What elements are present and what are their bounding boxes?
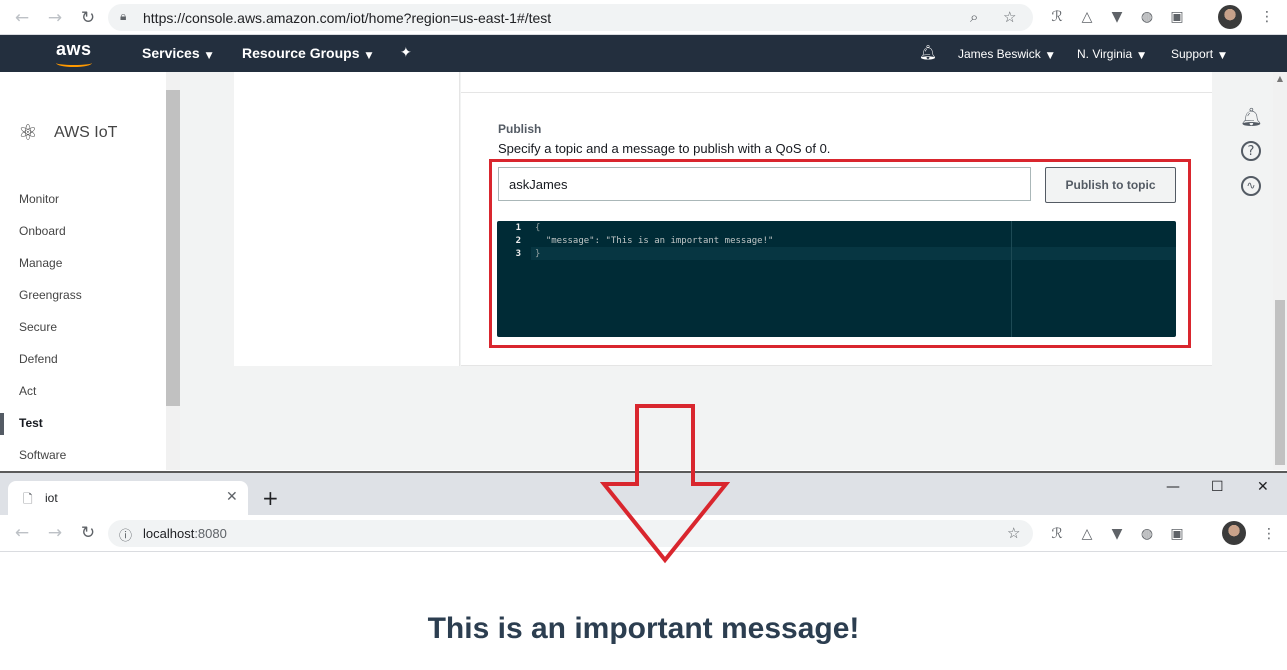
- activity-icon[interactable]: ∿: [1241, 176, 1261, 196]
- publish-description: Specify a topic and a message to publish…: [498, 141, 831, 156]
- publish-title: Publish: [498, 122, 542, 136]
- address-url: https://console.aws.amazon.com/iot/home?…: [143, 10, 552, 26]
- highlight-box: [489, 159, 1191, 348]
- menu-icon[interactable]: ⋮: [1260, 525, 1278, 543]
- resource-groups-menu[interactable]: Resource Groups ▼: [242, 45, 372, 61]
- pin-icon[interactable]: ✦: [400, 45, 412, 61]
- page-icon: 🗋: [23, 492, 33, 506]
- close-tab-icon[interactable]: ✕: [226, 489, 238, 505]
- sidebar-item-test[interactable]: Test: [19, 416, 43, 430]
- minimize-icon[interactable]: —: [1166, 479, 1180, 495]
- tab-iot[interactable]: [8, 481, 248, 515]
- extension-icon[interactable]: ◍: [1138, 525, 1156, 543]
- address-bar[interactable]: 🔒︎ https://console.aws.amazon.com/iot/ho…: [108, 4, 1033, 31]
- maximize-icon[interactable]: ☐: [1211, 479, 1224, 495]
- sidebar-item-onboard[interactable]: Onboard: [19, 224, 66, 238]
- region-menu[interactable]: N. Virginia ▼: [1077, 47, 1145, 61]
- sidebar-item-software[interactable]: Software: [19, 448, 66, 462]
- reload-icon[interactable]: ↻: [78, 523, 98, 543]
- services-menu[interactable]: Services ▼: [142, 45, 213, 61]
- profile-avatar[interactable]: [1222, 521, 1246, 545]
- extension-icon[interactable]: ℛ: [1048, 525, 1066, 543]
- aws-console-header: aws Services ▼ Resource Groups ▼ ✦ 🔔︎ Jame…: [0, 35, 1287, 72]
- tab-title: iot: [45, 491, 58, 505]
- page-heading: This is an important message!: [427, 612, 860, 645]
- back-icon[interactable]: ←: [12, 8, 32, 28]
- sidebar-item-act[interactable]: Act: [19, 384, 36, 398]
- notifications-bell-icon[interactable]: 🔔︎: [919, 45, 937, 61]
- info-icon[interactable]: ⓘ: [119, 525, 132, 544]
- close-window-icon[interactable]: ✕: [1257, 479, 1269, 495]
- sidebar-scrollbar-thumb[interactable]: [166, 90, 180, 406]
- aws-logo[interactable]: aws: [56, 39, 92, 60]
- new-tab-icon[interactable]: +: [262, 486, 279, 510]
- address-url: localhost:8080: [143, 526, 227, 541]
- zoom-icon[interactable]: ⌕: [970, 8, 978, 26]
- right-rail: [1212, 72, 1273, 470]
- extension-icon[interactable]: ◍: [1138, 8, 1156, 26]
- support-menu[interactable]: Support ▼: [1171, 47, 1226, 61]
- profile-avatar[interactable]: [1218, 5, 1242, 29]
- vue-extension-icon[interactable]: ▼: [1108, 8, 1126, 26]
- extension-icon[interactable]: ▣: [1168, 525, 1186, 543]
- account-menu[interactable]: James Beswick ▼: [958, 47, 1054, 61]
- sidebar-title: AWS IoT: [54, 124, 118, 141]
- aws-logo-smile: [56, 59, 92, 67]
- aws-iot-icon: ⚛: [18, 121, 38, 146]
- extension-icon[interactable]: ▣: [1168, 8, 1186, 26]
- sidebar-item-manage[interactable]: Manage: [19, 256, 62, 270]
- sidebar-item-monitor[interactable]: Monitor: [19, 192, 59, 206]
- star-icon[interactable]: ☆: [1003, 8, 1016, 26]
- reload-icon[interactable]: ↻: [78, 8, 98, 28]
- star-icon[interactable]: ☆: [1007, 524, 1020, 542]
- sidebar-item-secure[interactable]: Secure: [19, 320, 57, 334]
- divider: [461, 92, 1212, 93]
- help-icon[interactable]: ?: [1241, 141, 1261, 161]
- main-scrollbar-thumb[interactable]: [1275, 300, 1285, 465]
- forward-icon[interactable]: →: [45, 523, 65, 543]
- iot-sidebar: ⚛ AWS IoT Monitor Onboard Manage Greengr…: [0, 72, 180, 470]
- drive-icon[interactable]: △: [1078, 8, 1096, 26]
- notification-bell-icon[interactable]: 🔔︎: [1240, 107, 1263, 129]
- active-indicator: [0, 413, 4, 435]
- scroll-up-icon[interactable]: ▲: [1275, 74, 1285, 84]
- lock-icon: 🔒︎: [120, 9, 127, 23]
- vue-extension-icon[interactable]: ▼: [1108, 525, 1126, 543]
- subscriptions-panel: [234, 72, 460, 366]
- sidebar-item-defend[interactable]: Defend: [19, 352, 58, 366]
- forward-icon[interactable]: →: [45, 8, 65, 28]
- sidebar-item-greengrass[interactable]: Greengrass: [19, 288, 82, 302]
- menu-icon[interactable]: ⋮: [1258, 8, 1276, 26]
- down-arrow-annotation: [600, 404, 730, 564]
- address-bar[interactable]: ⓘ localhost:8080 ☆: [108, 520, 1033, 547]
- top-browser-toolbar: ← → ↻ 🔒︎ https://console.aws.amazon.com/…: [0, 0, 1287, 35]
- back-icon[interactable]: ←: [12, 523, 32, 543]
- extension-icon[interactable]: ℛ: [1048, 8, 1066, 26]
- drive-icon[interactable]: △: [1078, 525, 1096, 543]
